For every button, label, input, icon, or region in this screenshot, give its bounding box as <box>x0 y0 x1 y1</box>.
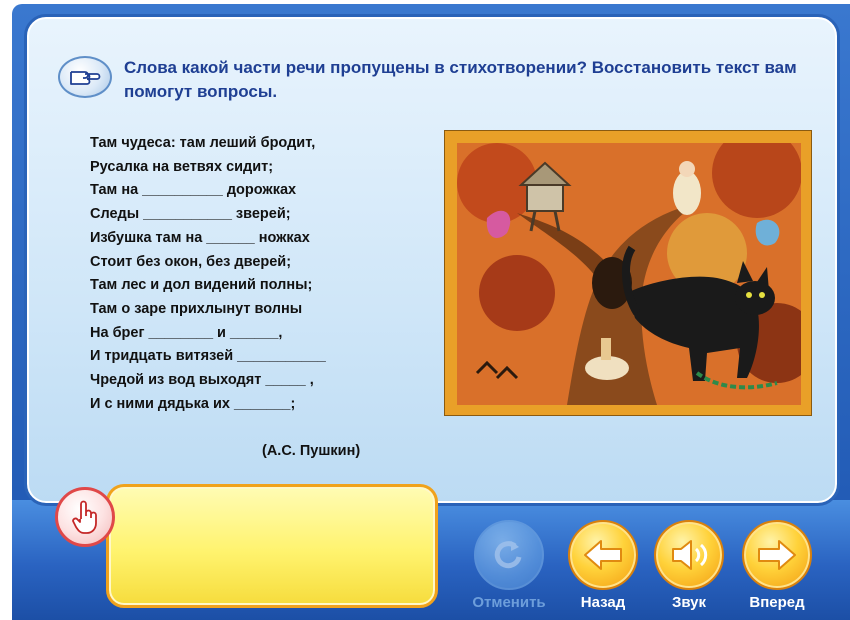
arrow-right-icon <box>758 540 796 570</box>
poem-line: Русалка на ветвях сидит; <box>90 158 274 175</box>
poem-line: Там чудеса: там леший бродит, <box>90 135 316 151</box>
poem-line: И с ними дядька их _______; <box>90 395 296 412</box>
poem-line: Стоит без окон, без дверей; <box>90 253 292 270</box>
undo-button[interactable] <box>474 520 544 590</box>
poem-line: Избушка там на ______ ножках <box>90 229 310 246</box>
arrow-left-icon <box>584 540 622 570</box>
poem-line: Там о заре прихлынут волны <box>90 300 303 317</box>
answer-box[interactable] <box>106 484 438 608</box>
undo-icon <box>494 541 522 569</box>
pointing-hand-icon <box>58 56 112 98</box>
question-text: Слова какой части речи пропущены в стихо… <box>124 58 797 101</box>
sound-label: Звук <box>671 594 707 611</box>
speaker-icon <box>672 540 708 570</box>
forward-button[interactable] <box>742 520 812 590</box>
poem-line: И тридцать витязей ___________ <box>90 348 326 365</box>
poem-author: (А.С. Пушкин) <box>262 443 361 459</box>
undo-label: Отменить <box>472 594 546 611</box>
hand-pointing-up-icon[interactable] <box>55 487 115 547</box>
poem: Там чудеса: там леший бродит, Русалка на… <box>90 132 430 416</box>
back-label: Назад <box>580 594 626 611</box>
fairy-tale-illustration <box>444 130 812 416</box>
illustration-art <box>457 143 801 405</box>
poem-line: Там на __________ дорожках <box>90 182 297 199</box>
poem-line: Следы ___________ зверей; <box>90 206 291 223</box>
poem-line: Там лес и дол видений полны; <box>90 277 313 294</box>
sound-button[interactable] <box>654 520 724 590</box>
forward-label: Вперед <box>749 594 805 611</box>
poem-line: На брег ________ и ______, <box>90 324 283 341</box>
poem-line: Чредой из вод выходят _____ , <box>90 372 314 389</box>
back-button[interactable] <box>568 520 638 590</box>
